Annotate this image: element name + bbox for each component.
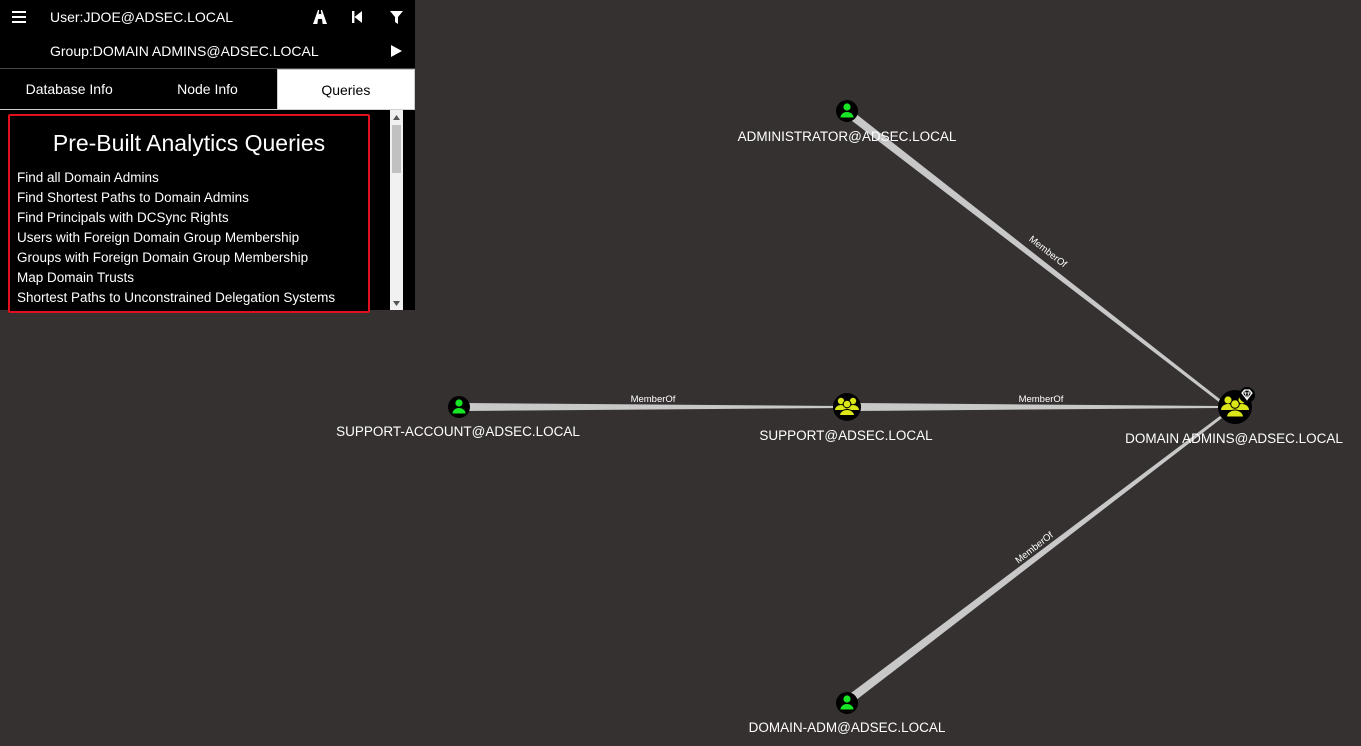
target-node-input[interactable]: Group:DOMAIN ADMINS@ADSEC.LOCAL <box>50 43 319 59</box>
queries-panel: Pre-Built Analytics Queries Find all Dom… <box>8 114 370 313</box>
play-icon[interactable] <box>387 42 405 60</box>
query-map-domain-trusts[interactable]: Map Domain Trusts <box>17 268 335 288</box>
node-support[interactable]: SUPPORT@ADSEC.LOCAL <box>759 393 933 443</box>
node-administrator[interactable]: ADMINISTRATOR@ADSEC.LOCAL <box>738 100 957 144</box>
tab-queries[interactable]: Queries <box>276 69 415 109</box>
filter-icon[interactable] <box>387 8 405 26</box>
search-panel: User:JDOE@ADSEC.LOCAL Group:DOMAIN ADMIN… <box>0 0 415 313</box>
tab-database-info[interactable]: Database Info <box>0 69 138 109</box>
start-node-row: User:JDOE@ADSEC.LOCAL <box>0 0 415 34</box>
query-shortest-paths-domain-admins[interactable]: Find Shortest Paths to Domain Admins <box>17 188 335 208</box>
road-icon[interactable] <box>311 8 329 26</box>
start-node-input[interactable]: User:JDOE@ADSEC.LOCAL <box>50 9 233 25</box>
edge-domain-adm-domain-admins[interactable]: MemberOf <box>843 416 1222 704</box>
node-label: DOMAIN ADMINS@ADSEC.LOCAL <box>1125 431 1343 446</box>
queries-title: Pre-Built Analytics Queries <box>52 130 326 156</box>
edge-support-account-support[interactable]: MemberOf <box>465 394 840 411</box>
query-dcsync-rights[interactable]: Find Principals with DCSync Rights <box>17 208 335 228</box>
node-domain-adm[interactable]: DOMAIN-ADM@ADSEC.LOCAL <box>749 692 946 735</box>
queries-scrollbar[interactable] <box>390 110 403 310</box>
node-label: SUPPORT-ACCOUNT@ADSEC.LOCAL <box>336 424 580 439</box>
tab-node-info[interactable]: Node Info <box>138 69 276 109</box>
scroll-up-arrow-icon[interactable] <box>390 110 403 124</box>
scroll-down-arrow-icon[interactable] <box>390 296 403 310</box>
hamburger-menu-icon[interactable] <box>10 8 28 26</box>
edge-label: MemberOf <box>631 394 676 405</box>
step-back-icon[interactable] <box>348 8 366 26</box>
edge-support-domain-admins[interactable]: MemberOf <box>853 394 1220 411</box>
gem-icon <box>1239 387 1255 403</box>
node-label: ADMINISTRATOR@ADSEC.LOCAL <box>738 129 957 144</box>
edge-label: MemberOf <box>1019 394 1064 405</box>
node-support-account[interactable]: SUPPORT-ACCOUNT@ADSEC.LOCAL <box>336 396 580 439</box>
node-label: SUPPORT@ADSEC.LOCAL <box>759 428 933 443</box>
scroll-thumb[interactable] <box>392 125 401 173</box>
node-label: DOMAIN-ADM@ADSEC.LOCAL <box>749 720 946 735</box>
query-find-all-domain-admins[interactable]: Find all Domain Admins <box>17 168 335 188</box>
target-node-row: Group:DOMAIN ADMINS@ADSEC.LOCAL <box>0 34 415 68</box>
edge-administrator-domain-admins[interactable]: MemberOf <box>843 110 1221 402</box>
query-groups-foreign-group[interactable]: Groups with Foreign Domain Group Members… <box>17 248 335 268</box>
tab-bar: Database Info Node Info Queries <box>0 69 415 110</box>
query-unconstrained-delegation[interactable]: Shortest Paths to Unconstrained Delegati… <box>17 288 335 308</box>
query-users-foreign-group[interactable]: Users with Foreign Domain Group Membersh… <box>17 228 335 248</box>
node-domain-admins[interactable]: DOMAIN ADMINS@ADSEC.LOCAL <box>1125 387 1343 446</box>
query-list: Find all Domain Admins Find Shortest Pat… <box>17 168 335 308</box>
